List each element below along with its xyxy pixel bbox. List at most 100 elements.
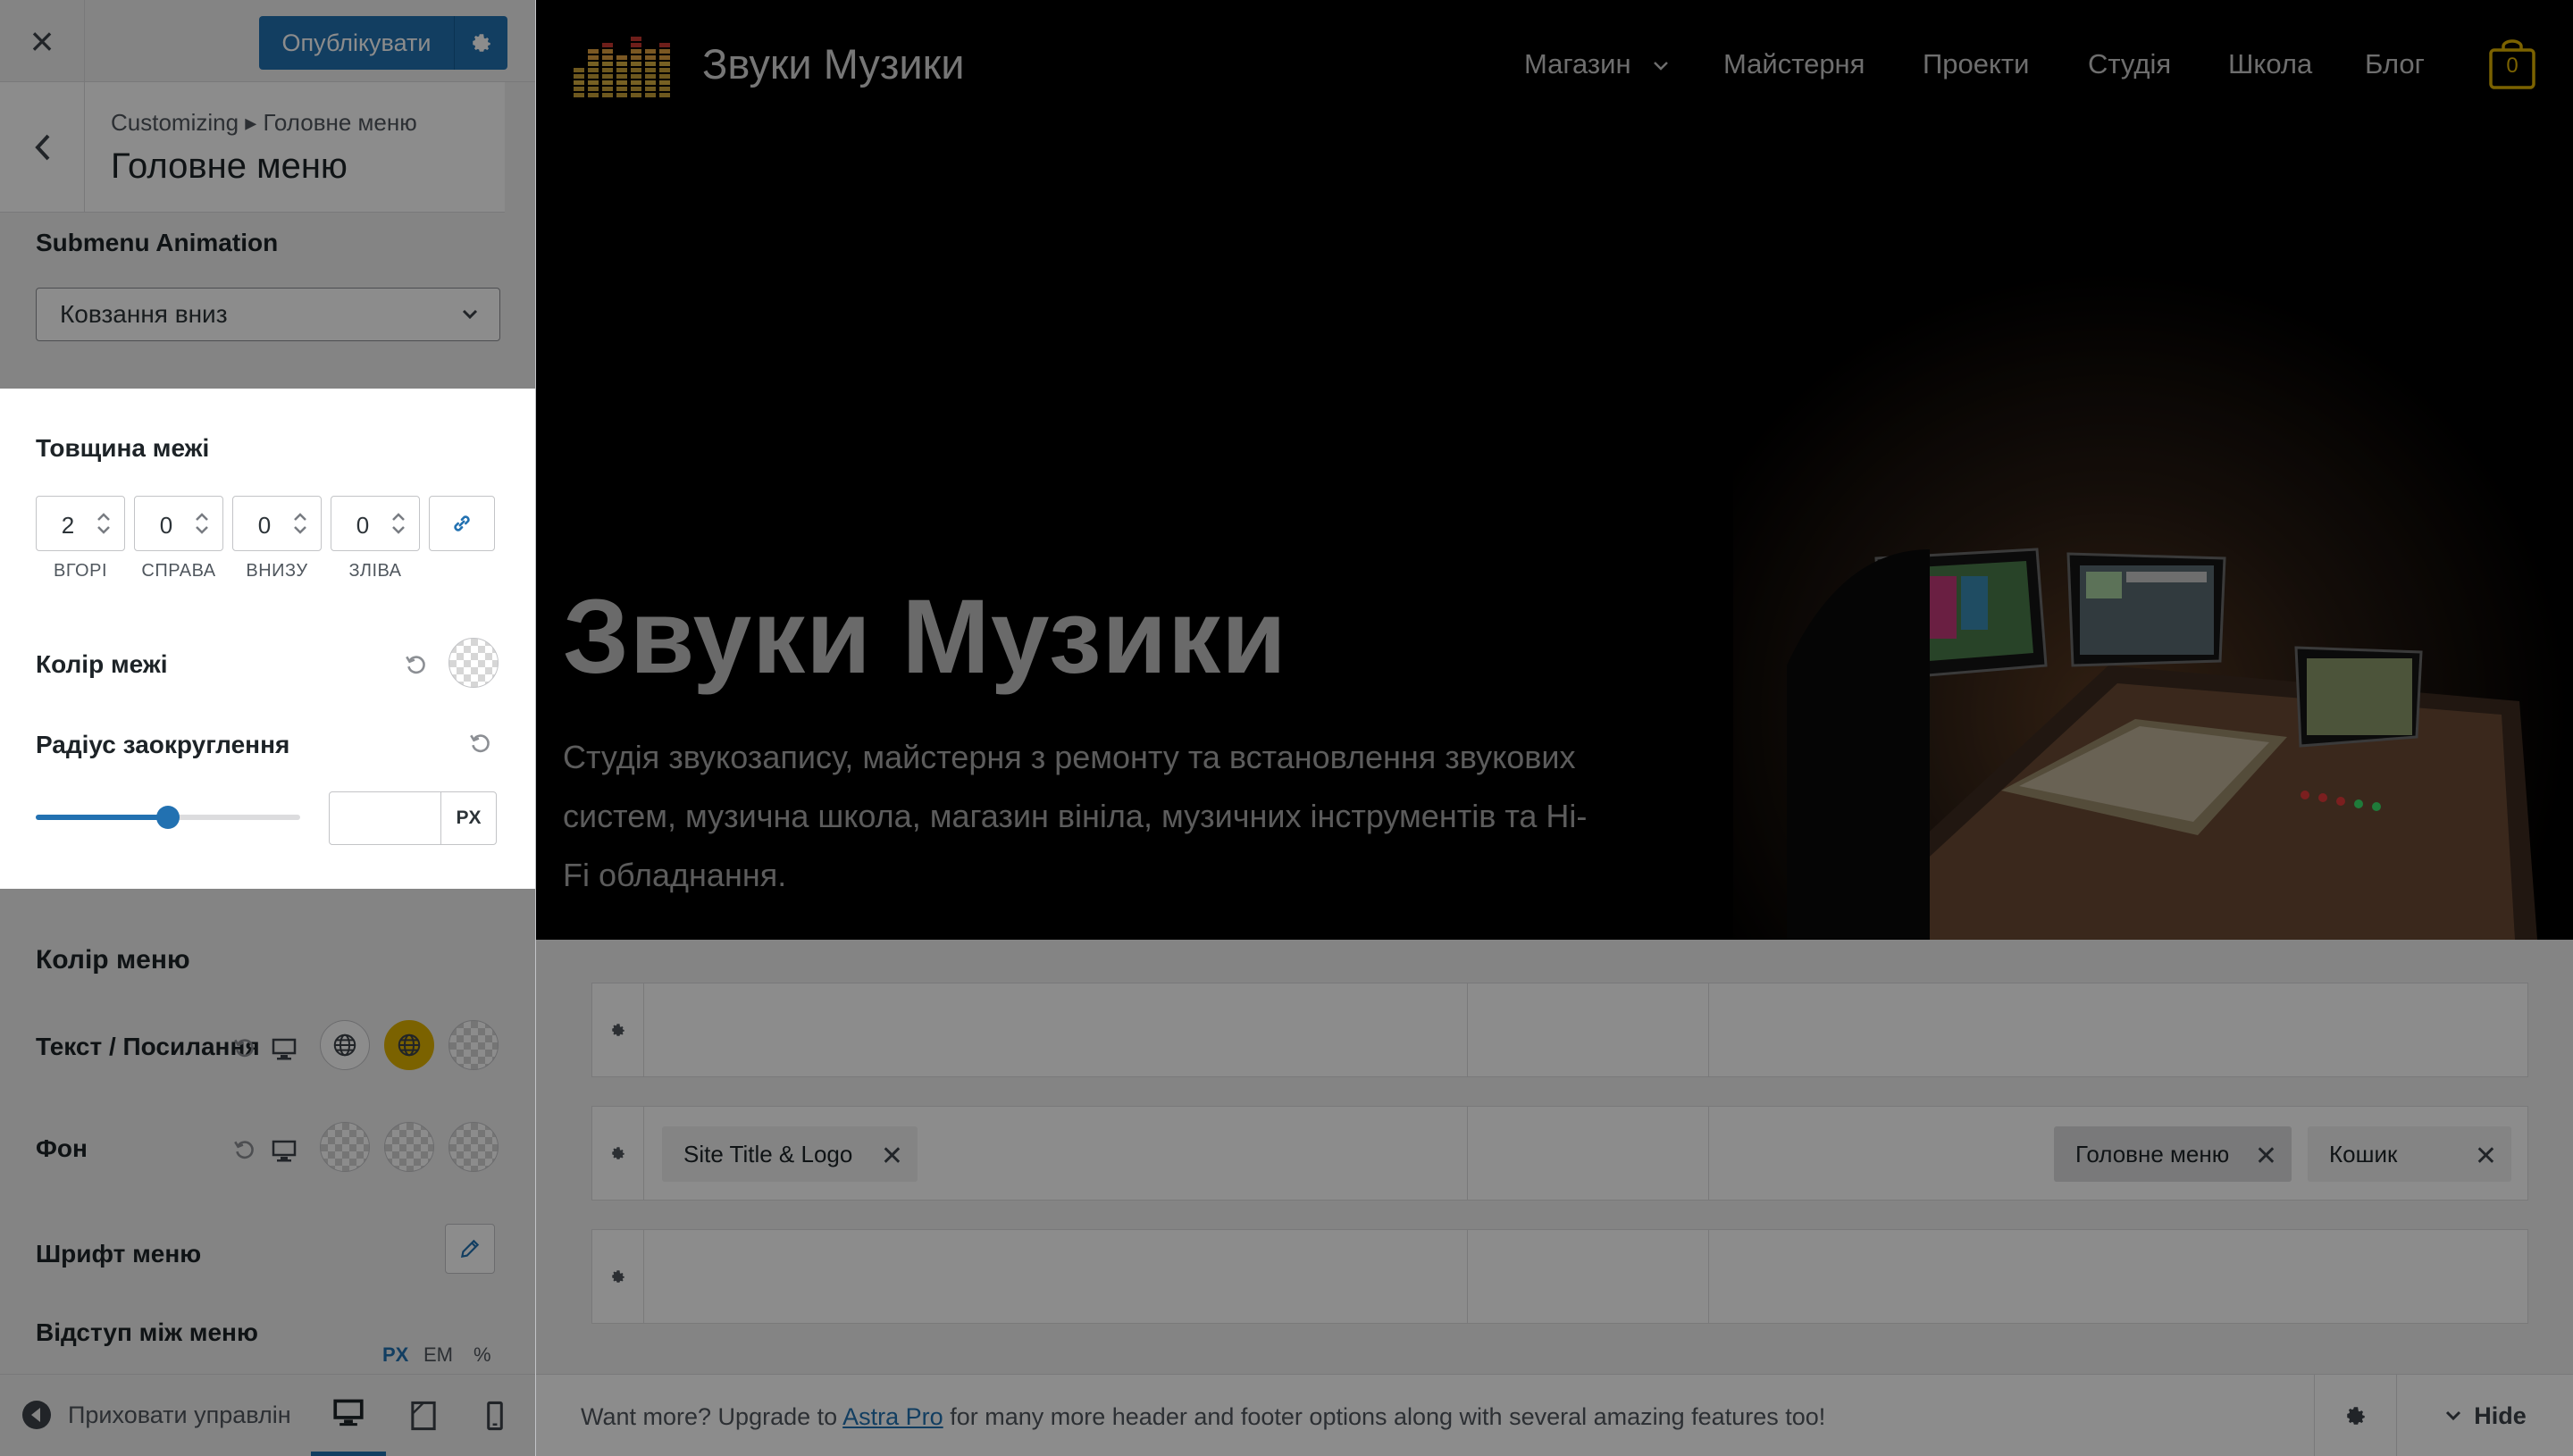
submenu-animation-value: Ковзання вниз [60,300,228,328]
border-right-caption: СПРАВА [141,561,216,581]
border-top-caption: ВГОРІ [54,561,107,581]
back-button[interactable] [0,82,85,213]
link-values-button[interactable] [429,496,495,551]
nav-item-studio[interactable]: Студія [2088,48,2171,80]
builder-row-above[interactable] [591,983,2528,1077]
border-radius-unit[interactable]: PX [440,792,496,844]
reset-icon[interactable] [232,1036,256,1059]
menu-color-heading: Колір меню [36,945,190,975]
tablet-icon [411,1401,436,1431]
preview-desktop-button[interactable] [311,1375,386,1456]
desktop-icon[interactable] [272,1140,297,1163]
menu-spacing-label: Відступ між меню [36,1318,258,1346]
globe-icon [398,1033,421,1057]
preview-tablet-button[interactable] [386,1375,461,1456]
builder-row-below[interactable] [591,1229,2528,1324]
preview-mobile-button[interactable] [457,1375,532,1456]
border-left-input[interactable]: 0 [331,496,420,551]
sidebar-footer: Приховати управлін [0,1374,535,1456]
pencil-icon [460,1239,480,1259]
submenu-animation-label: Submenu Animation [36,229,279,256]
panel-header: Customizing ▸ Головне меню Головне меню [0,82,505,213]
background-active-swatch[interactable] [448,1122,499,1172]
border-top-input[interactable]: 2 [36,496,125,551]
astra-pro-link[interactable]: Astra Pro [842,1403,943,1430]
spinner-icon[interactable] [290,507,310,540]
nav-item-workshop[interactable]: Майстерня [1723,48,1865,80]
border-left-caption: ЗЛІВА [348,561,402,581]
builder-row-primary[interactable]: Site Title & Logo ✕ Головне меню ✕ Кошик… [591,1106,2528,1201]
border-radius-label: Радіус заокруглення [36,731,290,758]
nav-item-school[interactable]: Школа [2228,48,2312,80]
nav-item-shop[interactable]: Магазин [1524,48,1671,80]
collapse-arrow-icon [22,1401,51,1429]
background-hover-swatch[interactable] [384,1122,434,1172]
cart-button[interactable]: 0 [2488,39,2536,89]
hero-description: Студія звукозапису, майстерня з ремонту … [563,739,1588,893]
mixing-console-image [1733,130,2573,940]
unit-tab-px[interactable]: PX [382,1343,408,1367]
remove-icon[interactable]: ✕ [2475,1141,2497,1172]
chip-site-title-logo[interactable]: Site Title & Logo ✕ [662,1126,918,1182]
nav-item-projects[interactable]: Проекти [1923,48,2029,80]
remove-icon[interactable]: ✕ [881,1141,903,1172]
publish-button[interactable]: Опублікувати [259,16,507,70]
upsell-message: Want more? Upgrade to Astra Pro for many… [581,1403,1826,1430]
row-settings-button[interactable] [592,983,644,1076]
chip-main-menu[interactable]: Головне меню ✕ [2054,1126,2292,1182]
border-right-input[interactable]: 0 [134,496,223,551]
background-normal-swatch[interactable] [320,1122,370,1172]
hero-title: Звуки Музики [563,578,1287,696]
site-header: Звуки Музики Магазин Майстерня Проекти С… [536,0,2573,130]
slider-handle[interactable] [156,806,180,829]
background-label: Фон [36,1134,88,1162]
unit-tab-em[interactable]: EM [423,1343,453,1367]
menu-font-edit-button[interactable] [445,1224,495,1274]
hero-section: Звуки Музики Студія звукозапису, майстер… [536,130,2573,940]
publish-label: Опублікувати [281,29,432,56]
chevron-down-icon [1654,62,1669,71]
cart-count: 0 [2506,54,2519,78]
spinner-icon[interactable] [192,507,212,540]
text-link-hover-swatch[interactable] [384,1020,434,1070]
reset-icon[interactable] [404,653,427,676]
site-title[interactable]: Звуки Музики [702,39,965,88]
border-bottom-input[interactable]: 0 [232,496,322,551]
text-link-normal-swatch[interactable] [320,1020,370,1070]
link-icon [454,515,470,531]
border-bottom-caption: ВНИЗУ [246,561,308,581]
border-radius-input[interactable]: PX [329,791,497,845]
unit-tab-percent[interactable]: % [474,1343,491,1367]
spinner-icon[interactable] [389,507,408,540]
sidebar-top-bar: × Опублікувати [0,0,535,82]
site-preview: Звуки Музики Магазин Майстерня Проекти С… [536,0,2573,1456]
text-link-active-swatch[interactable] [448,1020,499,1070]
desktop-icon [333,1399,364,1427]
globe-icon [333,1033,356,1057]
gear-icon [611,1147,624,1159]
row-settings-button[interactable] [592,1230,644,1323]
upsell-bar: Want more? Upgrade to Astra Pro for many… [536,1374,2573,1456]
close-customizer-button[interactable]: × [0,0,85,82]
row-settings-button[interactable] [592,1107,644,1200]
menu-font-label: Шрифт меню [36,1240,202,1268]
gear-icon [611,1024,624,1036]
text-link-label: Текст / Посилання [36,1033,260,1060]
publish-settings-gear-icon[interactable] [454,16,507,70]
chevron-down-icon [2446,1410,2461,1421]
border-radius-slider[interactable] [36,806,300,829]
remove-icon[interactable]: ✕ [2255,1141,2277,1172]
nav-item-blog[interactable]: Блог [2365,48,2425,80]
submenu-animation-select[interactable]: Ковзання вниз [36,288,500,341]
border-color-swatch[interactable] [448,638,499,688]
reset-icon[interactable] [468,732,491,755]
spinner-icon[interactable] [94,507,113,540]
desktop-icon[interactable] [272,1038,297,1061]
reset-icon[interactable] [232,1138,256,1161]
chip-cart[interactable]: Кошик ✕ [2308,1126,2511,1182]
collapse-label: Приховати управлін [68,1401,291,1428]
collapse-sidebar-button[interactable]: Приховати управлін [21,1400,300,1430]
hide-builder-button[interactable]: Hide [2396,1375,2573,1456]
slider-fill [36,815,168,820]
builder-settings-button[interactable] [2314,1375,2396,1456]
